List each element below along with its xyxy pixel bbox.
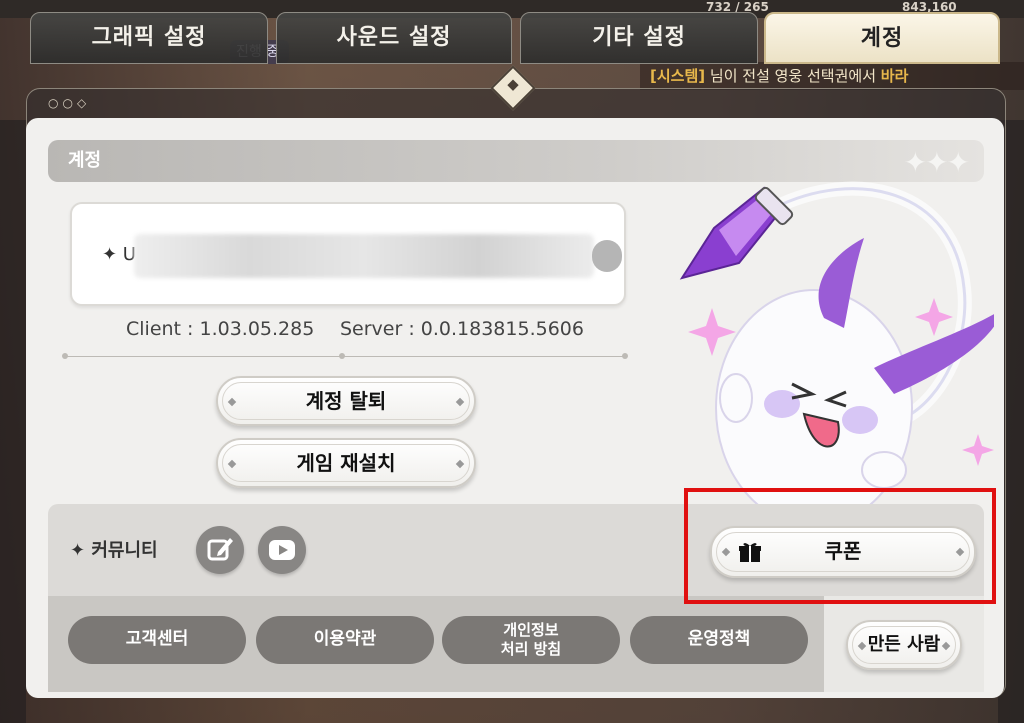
user-id-label: ✦ U bbox=[102, 244, 136, 265]
frame-ornament: ○○◇ bbox=[48, 96, 91, 110]
delete-account-button[interactable]: 계정 탈퇴 bbox=[216, 376, 476, 426]
tab-other[interactable]: 기타 설정 bbox=[520, 12, 758, 64]
credits-area: 만든 사람 bbox=[824, 596, 984, 692]
footer-links-bar: 고객센터 이용약관 개인정보 처리 방침 운영정책 만든 사람 bbox=[48, 596, 984, 692]
coupon-highlight-box bbox=[684, 488, 996, 604]
user-id-box[interactable]: ✦ U bbox=[70, 202, 626, 306]
reinstall-game-button[interactable]: 게임 재설치 bbox=[216, 438, 476, 488]
system-banner: [시스템] 님이 전설 영웅 선택권에서 바라 bbox=[640, 62, 1024, 90]
banner-text: 님이 전설 영웅 선택권에서 bbox=[709, 67, 877, 85]
section-title: 계정 bbox=[68, 150, 102, 171]
divider-dot bbox=[62, 353, 68, 359]
banner-tail: 바라 bbox=[880, 67, 909, 85]
operation-policy-link[interactable]: 운영정책 bbox=[630, 616, 808, 664]
youtube-icon[interactable] bbox=[258, 526, 306, 574]
community-label: ✦ 커뮤니티 bbox=[70, 540, 158, 561]
forum-edit-icon-graphic bbox=[207, 538, 233, 561]
tab-sound[interactable]: 사운드 설정 bbox=[276, 12, 512, 64]
terms-of-service-link[interactable]: 이용약관 bbox=[256, 616, 434, 664]
account-panel: 계정 ✦✦✦ ✦ U Client : 1.03.05.285 Server :… bbox=[26, 118, 1004, 698]
credits-label: 만든 사람 bbox=[867, 634, 941, 655]
delete-account-label: 계정 탈퇴 bbox=[305, 389, 387, 413]
mascot-illustration bbox=[679, 181, 994, 508]
privacy-policy-link[interactable]: 개인정보 처리 방침 bbox=[442, 616, 620, 664]
reinstall-game-label: 게임 재설치 bbox=[296, 451, 396, 475]
server-version: Server : 0.0.183815.5606 bbox=[340, 318, 584, 340]
client-version: Client : 1.03.05.285 bbox=[126, 318, 315, 340]
divider-dot bbox=[339, 353, 345, 359]
forum-edit-icon[interactable] bbox=[196, 526, 244, 574]
left-background-edge bbox=[0, 120, 26, 723]
banner-prefix: [시스템] bbox=[650, 67, 706, 85]
customer-center-link[interactable]: 고객센터 bbox=[68, 616, 246, 664]
copy-id-icon[interactable] bbox=[592, 240, 622, 272]
tab-graphics[interactable]: 그래픽 설정 bbox=[30, 12, 268, 64]
tab-account[interactable]: 계정 bbox=[764, 12, 1000, 64]
user-id-redacted bbox=[134, 234, 594, 278]
youtube-icon-graphic bbox=[269, 540, 295, 560]
credits-button[interactable]: 만든 사람 bbox=[846, 620, 962, 670]
divider-dot bbox=[622, 353, 628, 359]
